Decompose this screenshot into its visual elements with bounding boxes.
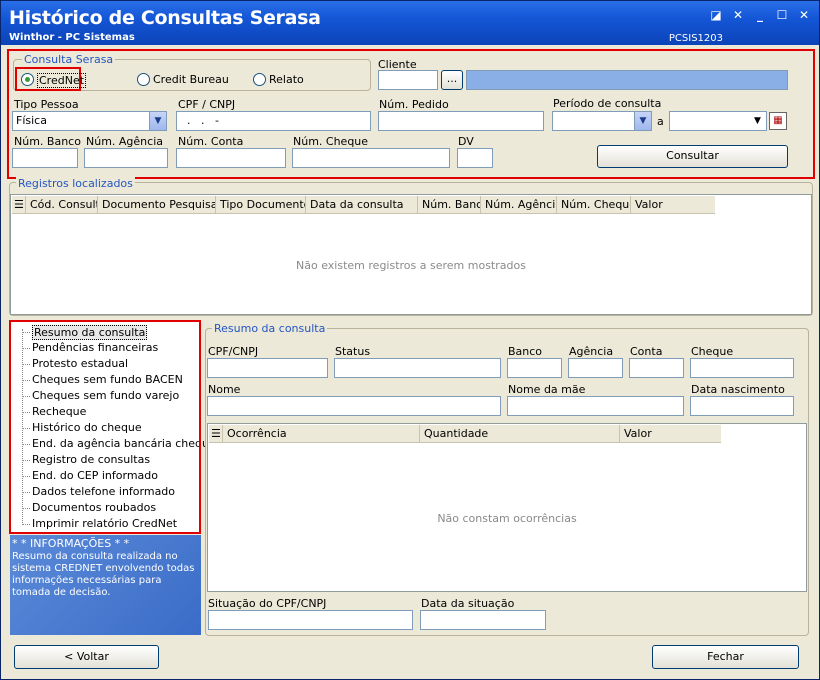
fechar-button[interactable]: Fechar	[652, 645, 799, 669]
resumo-status-field[interactable]	[334, 358, 501, 378]
info-text: Resumo da consulta realizada no sistema …	[12, 551, 195, 598]
registros-grid[interactable]: ☰ Cód. Consulta Documento Pesquisado Tip…	[10, 194, 812, 315]
periodo-start-select[interactable]: ▼	[552, 111, 652, 131]
resumo-status-label: Status	[335, 345, 371, 358]
resumo-nasc-field[interactable]	[690, 396, 794, 416]
window-subtitle: Winthor - PC Sistemas	[9, 32, 135, 43]
resumo-cheque-field[interactable]	[690, 358, 794, 378]
tipo-pessoa-label: Tipo Pessoa	[14, 98, 79, 111]
chevron-down-icon[interactable]: ▼	[634, 112, 651, 130]
cpf-cnpj-input[interactable]: . . -	[176, 111, 371, 131]
resumo-banco-label: Banco	[508, 345, 543, 358]
chevron-down-icon[interactable]: ▼	[149, 112, 166, 130]
resumo-nasc-label: Data nascimento	[691, 383, 785, 396]
grid-menu-icon[interactable]: ☰	[12, 196, 26, 214]
resumo-cpf-field[interactable]	[207, 358, 328, 378]
ocorrencias-empty-message: Não constam ocorrências	[437, 512, 577, 525]
screen-code: PCSIS1203	[668, 33, 723, 44]
registros-title: Registros localizados	[16, 177, 135, 190]
crednet-label[interactable]: CredNet	[37, 73, 87, 88]
col-ocorrencia[interactable]: Ocorrência	[223, 425, 420, 443]
dv-label: DV	[458, 135, 474, 148]
credit-bureau-radio[interactable]	[137, 73, 150, 86]
ocorrencias-grid[interactable]: ☰ Ocorrência Quantidade Valor Não consta…	[207, 423, 807, 592]
situacao-field[interactable]	[208, 610, 413, 630]
maximize-icon[interactable]: ☐	[773, 7, 791, 23]
num-conta-label: Núm. Conta	[178, 135, 244, 148]
relato-label[interactable]: Relato	[269, 73, 304, 86]
help-icon[interactable]: ◪	[707, 7, 725, 23]
title-bar[interactable]: Histórico de Consultas Serasa Winthor - …	[1, 1, 819, 45]
periodo-label: Período de consulta	[553, 97, 662, 110]
registros-header: ☰ Cód. Consulta Documento Pesquisado Tip…	[12, 196, 715, 214]
num-pedido-input[interactable]	[378, 111, 544, 131]
col-quantidade[interactable]: Quantidade	[420, 425, 620, 443]
credit-bureau-label[interactable]: Credit Bureau	[153, 73, 229, 86]
num-banco-input[interactable]	[12, 148, 78, 168]
resumo-nome-label: Nome	[208, 383, 241, 396]
grid-menu-icon[interactable]: ☰	[209, 425, 223, 443]
resumo-agencia-field[interactable]	[568, 358, 623, 378]
consultar-button[interactable]: Consultar	[597, 145, 788, 168]
crednet-radio[interactable]	[21, 73, 34, 86]
col-valor-ocorrencia[interactable]: Valor	[620, 425, 720, 443]
resumo-mae-label: Nome da mãe	[508, 383, 586, 396]
periodo-separator: a	[657, 115, 664, 128]
resumo-nome-field[interactable]	[207, 396, 501, 416]
resumo-banco-field[interactable]	[507, 358, 562, 378]
close-icon[interactable]: ✕	[729, 7, 747, 23]
tipo-pessoa-select[interactable]: Física ▼	[12, 111, 167, 131]
consulta-serasa-title: Consulta Serasa	[22, 53, 116, 66]
tipo-pessoa-value: Física	[16, 114, 47, 127]
resumo-conta-field[interactable]	[629, 358, 684, 378]
num-pedido-label: Núm. Pedido	[379, 98, 449, 111]
resumo-title: Resumo da consulta	[212, 322, 328, 335]
col-tipo-documento[interactable]: Tipo Documento	[216, 196, 306, 214]
main-window: Histórico de Consultas Serasa Winthor - …	[0, 0, 820, 680]
num-agencia-label: Núm. Agência	[86, 135, 163, 148]
col-cod-consulta[interactable]: Cód. Consulta	[26, 196, 98, 214]
dv-input[interactable]	[457, 148, 493, 168]
col-documento[interactable]: Documento Pesquisado	[98, 196, 216, 214]
window-title: Histórico de Consultas Serasa	[9, 7, 321, 29]
ocorrencias-header: ☰ Ocorrência Quantidade Valor	[209, 425, 721, 443]
data-situacao-field[interactable]	[420, 610, 546, 630]
col-num-cheque[interactable]: Núm. Cheque	[557, 196, 631, 214]
num-cheque-label: Núm. Cheque	[293, 135, 369, 148]
info-title: * * INFORMAÇÕES * *	[12, 537, 130, 550]
calendar-icon[interactable]: ▦	[769, 112, 787, 130]
num-cheque-input[interactable]	[292, 148, 450, 168]
minimize-icon[interactable]: _	[751, 7, 769, 23]
window-close-icon[interactable]: ✕	[795, 7, 813, 23]
periodo-end-select[interactable]: ▼	[669, 111, 767, 131]
resumo-mae-field[interactable]	[507, 396, 684, 416]
cliente-code-input[interactable]	[378, 70, 438, 90]
info-panel: * * INFORMAÇÕES * * Resumo da consulta r…	[10, 535, 201, 635]
col-data-consulta[interactable]: Data da consulta	[306, 196, 418, 214]
col-num-banco[interactable]: Núm. Banco	[418, 196, 481, 214]
registros-empty-message: Não existem registros a serem mostrados	[296, 259, 526, 272]
cpf-cnpj-label: CPF / CNPJ	[178, 98, 236, 111]
situacao-label: Situação do CPF/CNPJ	[208, 597, 327, 610]
tree-highlight	[9, 320, 201, 534]
resumo-agencia-label: Agência	[569, 345, 614, 358]
num-agencia-input[interactable]	[84, 148, 168, 168]
resumo-cheque-label: Cheque	[691, 345, 734, 358]
cliente-lookup-button[interactable]: ...	[441, 70, 463, 90]
voltar-button[interactable]: < Voltar	[14, 645, 159, 669]
resumo-conta-label: Conta	[630, 345, 663, 358]
col-valor[interactable]: Valor	[631, 196, 711, 214]
resumo-cpf-label: CPF/CNPJ	[208, 345, 259, 358]
num-banco-label: Núm. Banco	[14, 135, 81, 148]
chevron-down-icon[interactable]: ▼	[749, 112, 766, 130]
num-conta-input[interactable]	[176, 148, 286, 168]
col-num-agencia[interactable]: Núm. Agência	[481, 196, 557, 214]
cliente-name-field	[466, 70, 788, 90]
data-situacao-label: Data da situação	[421, 597, 515, 610]
relato-radio[interactable]	[253, 73, 266, 86]
